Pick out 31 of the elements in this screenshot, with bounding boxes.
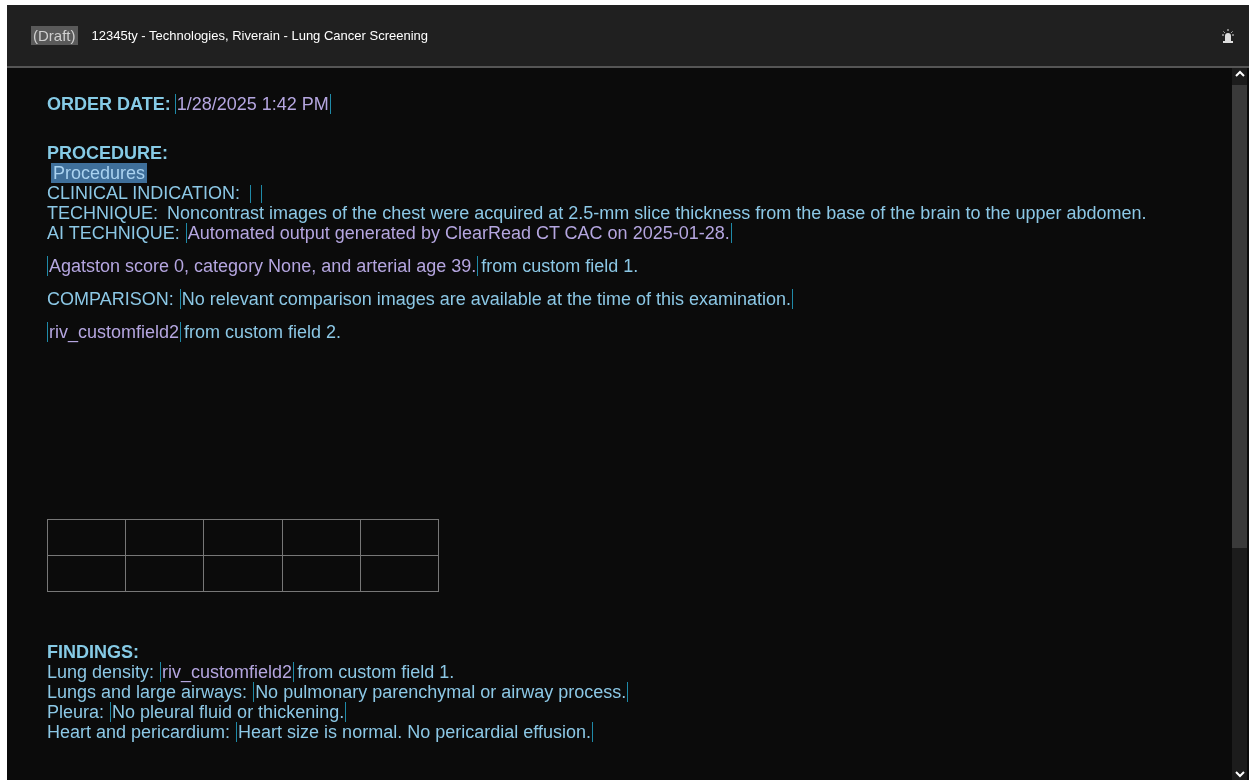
report-field[interactable]: No pleural fluid or thickening. (110, 702, 347, 722)
field-label: AI TECHNIQUE: (47, 223, 180, 243)
report-text: from custom field 1. (297, 662, 455, 682)
report-text: from custom field 1. (481, 256, 639, 276)
report-field[interactable]: Automated output generated by ClearRead CT CAC on 2025-01-28. (185, 223, 732, 243)
report-field[interactable]: 1/28/2025 1:42 PM (174, 94, 331, 114)
field-label: Pleura: (47, 702, 105, 722)
scrollbar[interactable] (1232, 68, 1247, 780)
report-field[interactable]: riv_customfield2 (160, 662, 295, 682)
draft-badge: (Draft) (31, 26, 78, 45)
field-label: Lung density: (47, 662, 155, 682)
report-field[interactable]: riv_customfield2 (47, 322, 182, 342)
report-text: from custom field 2. (184, 322, 342, 342)
section-heading: FINDINGS: (47, 642, 139, 662)
empty-field[interactable] (250, 185, 263, 204)
report-field[interactable]: No relevant comparison images are available at the time of this examination. (179, 289, 793, 309)
alarm-light-icon[interactable] (1221, 28, 1235, 43)
scroll-down-icon[interactable] (1234, 768, 1245, 780)
scrollbar-thumb[interactable] (1232, 85, 1247, 548)
field-label: Lungs and large airways: (47, 682, 248, 702)
window-title: 12345ty - Technologies, Riverain - Lung Cancer Screening (91, 26, 428, 45)
section-heading: ORDER DATE: (47, 94, 171, 114)
report-field[interactable]: Agatston score 0, category None, and arterial age 39. (47, 256, 479, 276)
report-text: Noncontrast images of the chest were acquired at 2.5-mm slice thickness from the base of the brain to the upper abdomen. (167, 203, 1147, 223)
field-label: Heart and pericardium: (47, 722, 231, 742)
report-field[interactable]: No pulmonary parenchymal or airway process. (253, 682, 629, 702)
section-heading: PROCEDURE: (47, 143, 168, 163)
field-label: COMPARISON: (47, 289, 174, 309)
field-label: TECHNIQUE: (47, 203, 158, 223)
report-field[interactable]: Heart size is normal. No pericardial effusion. (236, 722, 593, 742)
field-label: CLINICAL INDICATION: (47, 183, 241, 203)
